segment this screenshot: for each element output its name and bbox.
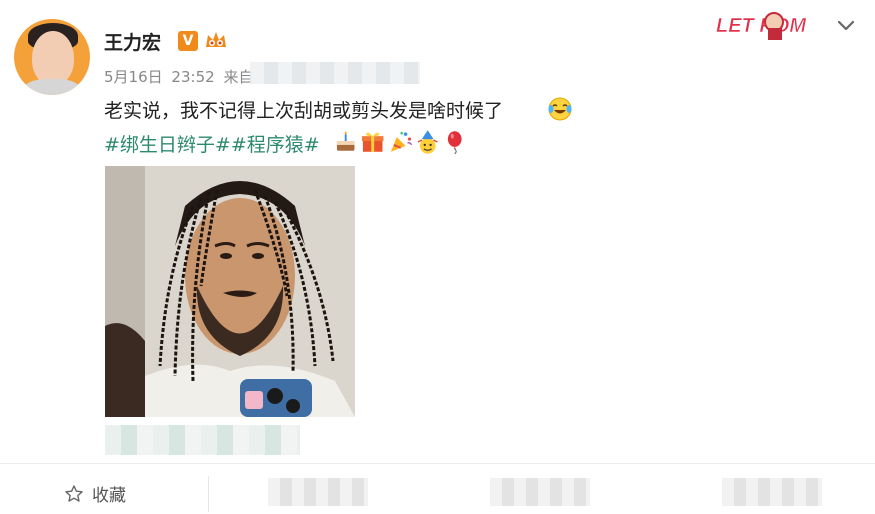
caption-blurred (105, 425, 300, 455)
comment-button-blurred[interactable] (490, 478, 590, 506)
verified-badge: V (178, 31, 198, 51)
repost-button-blurred[interactable] (268, 478, 368, 506)
avatar-shirt (22, 79, 82, 95)
like-button-blurred[interactable] (722, 478, 822, 506)
source-blurred (250, 62, 420, 84)
party-hat-icon (417, 130, 439, 154)
post-source-prefix: 来自 (223, 68, 254, 86)
cake-icon (336, 131, 355, 151)
post-time[interactable]: 23:52 (171, 68, 214, 86)
post-meta: 5月16日 23:52 来自 (104, 66, 257, 87)
hashtags[interactable]: #绑生日辫子##程序猿# (104, 130, 320, 157)
laughing-tears-emoji-icon (548, 97, 572, 121)
post-date[interactable]: 5月16日 (104, 68, 163, 86)
star-icon (65, 484, 83, 502)
chevron-down-icon[interactable] (835, 15, 857, 37)
balloon-icon (447, 131, 462, 155)
author-name[interactable]: 王力宏 (104, 28, 161, 55)
avatar[interactable] (14, 19, 90, 95)
selfie-photo-illustration (105, 166, 355, 417)
footer-divider (0, 463, 875, 464)
post-text: 老实说，我不记得上次刮胡或剪头发是啥时候了 (104, 100, 504, 122)
logo-text: LET ROM (716, 15, 807, 37)
action-divider (208, 476, 209, 512)
collect-button[interactable]: 收藏 (64, 481, 126, 506)
vip-crown-icon (206, 32, 226, 47)
fan-logo-badge[interactable]: LET ROM (712, 8, 816, 42)
collect-label: 收藏 (92, 486, 126, 506)
post-photo[interactable] (105, 166, 355, 417)
party-popper-icon (390, 131, 412, 152)
avatar-face (32, 31, 74, 85)
emoji-row (333, 129, 468, 155)
gift-icon (362, 132, 384, 152)
